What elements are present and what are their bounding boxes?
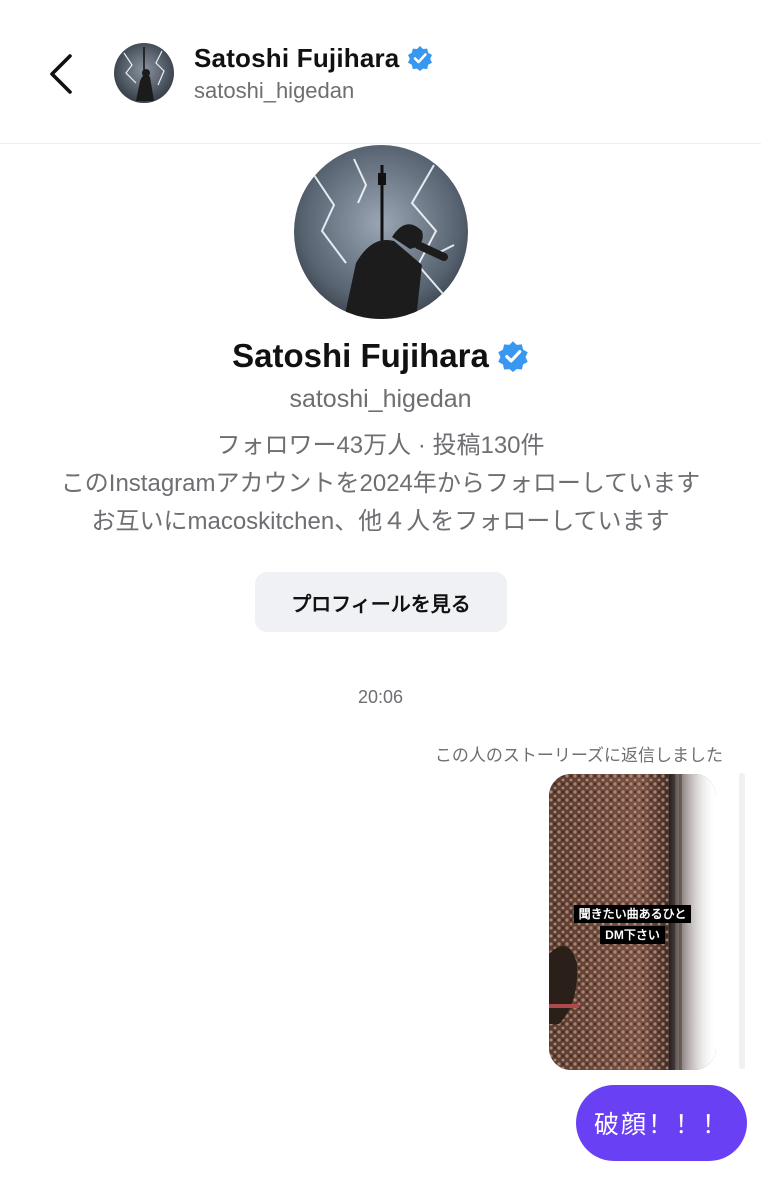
chevron-left-icon — [50, 54, 72, 94]
header-username: satoshi_higedan — [194, 78, 355, 103]
header-name-row: Satoshi Fujihara — [194, 40, 433, 76]
sent-message-bubble[interactable]: 破顔！！！ — [576, 1085, 747, 1161]
thread-scrollbar[interactable] — [739, 773, 745, 1069]
view-profile-button[interactable]: プロフィールを見る — [255, 572, 507, 632]
header-avatar[interactable] — [114, 43, 174, 103]
back-button[interactable] — [36, 48, 84, 100]
avatar-image — [114, 43, 174, 103]
verified-badge-icon — [498, 341, 528, 372]
message-timestamp: 20:06 — [357, 687, 404, 707]
dm-thread-screen: Satoshi Fujihara satoshi_higedan Satoshi… — [0, 0, 761, 1200]
mutual-follow-text: お互いにmacoskitchen、他４人をフォローしています — [91, 508, 670, 535]
story-caption-line: 聞きたい曲あるひと — [573, 905, 692, 923]
follow-since-text: このInstagramアカウントを2024年からフォローしています — [60, 470, 701, 497]
profile-avatar[interactable] — [294, 145, 468, 319]
profile-name-row: Satoshi Fujihara — [0, 333, 761, 379]
profile-display-name: Satoshi Fujihara — [232, 337, 489, 374]
story-reply-note: この人のストーリーズに返信しました — [434, 746, 723, 765]
profile-stats: フォロワー43万人 · 投稿130件 — [216, 432, 545, 459]
profile-avatar-image — [294, 145, 468, 319]
story-caption: 聞きたい曲あるひと DM下さい — [549, 905, 716, 944]
story-caption-line: DM下さい — [600, 926, 665, 944]
verified-badge-icon — [408, 46, 433, 71]
story-reply-thumbnail[interactable]: 聞きたい曲あるひと DM下さい — [549, 774, 716, 1070]
header-display-name: Satoshi Fujihara — [194, 42, 400, 73]
chat-header: Satoshi Fujihara satoshi_higedan — [0, 0, 761, 144]
profile-username: satoshi_higedan — [289, 385, 472, 413]
